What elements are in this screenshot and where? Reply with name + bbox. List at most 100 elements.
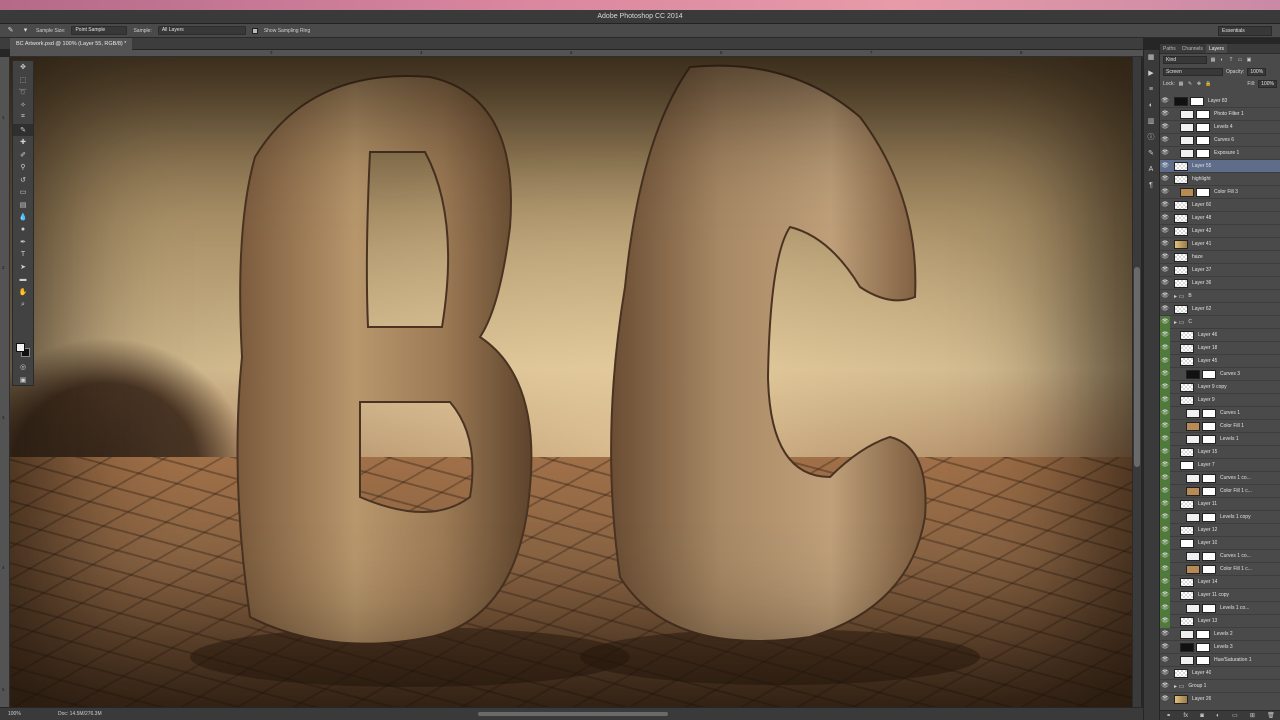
- layer-row[interactable]: 👁 Layer 12: [1160, 523, 1280, 537]
- marquee-tool-icon[interactable]: ⬚: [13, 74, 33, 87]
- visibility-eye-icon[interactable]: 👁: [1160, 432, 1170, 446]
- folder-icon[interactable]: ▸ ▭: [1174, 683, 1184, 690]
- layer-mask-thumbnail[interactable]: [1196, 655, 1210, 665]
- sample-select[interactable]: All Layers: [157, 26, 246, 35]
- visibility-eye-icon[interactable]: 👁: [1160, 471, 1170, 485]
- layer-row[interactable]: 👁 Layer 11 copy: [1160, 588, 1280, 602]
- layer-mask-thumbnail[interactable]: [1196, 187, 1210, 197]
- brush-tool-icon[interactable]: ✐: [13, 149, 33, 162]
- visibility-eye-icon[interactable]: 👁: [1160, 315, 1170, 329]
- layer-row[interactable]: 👁 Layer 41: [1160, 238, 1280, 251]
- layer-mask-thumbnail[interactable]: [1202, 421, 1216, 431]
- layer-row[interactable]: 👁 Curves 3: [1160, 367, 1280, 381]
- layer-row[interactable]: 👁 Levels 1 copy: [1160, 510, 1280, 524]
- layer-mask-thumbnail[interactable]: [1196, 642, 1210, 652]
- crop-tool-icon[interactable]: ⌗: [13, 111, 33, 124]
- swatches-icon[interactable]: ▥: [1144, 114, 1158, 130]
- sample-size-select[interactable]: Point Sample: [71, 26, 128, 35]
- visibility-eye-icon[interactable]: 👁: [1160, 147, 1170, 160]
- visibility-eye-icon[interactable]: 👁: [1160, 562, 1170, 576]
- layer-row[interactable]: 👁 Layer 26: [1160, 693, 1280, 705]
- layer-mask-thumbnail[interactable]: [1202, 434, 1216, 444]
- properties-icon[interactable]: ≡: [1144, 82, 1158, 98]
- clone-stamp-tool-icon[interactable]: ⚲: [13, 161, 33, 174]
- visibility-eye-icon[interactable]: 👁: [1160, 523, 1170, 537]
- screen-mode-icon[interactable]: ▣: [13, 374, 33, 387]
- filter-pixel-icon[interactable]: ▦: [1210, 57, 1216, 63]
- paragraph-icon[interactable]: ¶: [1144, 178, 1158, 194]
- layer-row[interactable]: 👁 ▸ ▭ Group 1: [1160, 680, 1280, 693]
- blur-tool-icon[interactable]: 💧: [13, 211, 33, 224]
- delete-layer-icon[interactable]: 🗑: [1267, 712, 1275, 719]
- history-icon[interactable]: ▦: [1144, 50, 1158, 66]
- gradient-tool-icon[interactable]: ▤: [13, 199, 33, 212]
- visibility-eye-icon[interactable]: 👁: [1160, 251, 1170, 264]
- layer-row[interactable]: 👁 Levels 3: [1160, 641, 1280, 654]
- visibility-eye-icon[interactable]: 👁: [1160, 341, 1170, 355]
- info-icon[interactable]: ⓘ: [1144, 130, 1158, 146]
- link-layers-icon[interactable]: ⚭: [1166, 712, 1171, 719]
- layer-row[interactable]: 👁 Levels 1 co...: [1160, 601, 1280, 615]
- layer-row[interactable]: 👁 Layer 11: [1160, 497, 1280, 511]
- layer-row[interactable]: 👁 Color Fill 3: [1160, 186, 1280, 199]
- visibility-eye-icon[interactable]: 👁: [1160, 160, 1170, 173]
- type-tool-icon[interactable]: T: [13, 249, 33, 262]
- layer-mask-thumbnail[interactable]: [1202, 486, 1216, 496]
- show-ring-checkbox[interactable]: [251, 27, 258, 34]
- lock-position-icon[interactable]: ✥: [1196, 81, 1202, 87]
- visibility-eye-icon[interactable]: 👁: [1160, 406, 1170, 420]
- tab-channels[interactable]: Channels: [1179, 44, 1206, 53]
- visibility-eye-icon[interactable]: 👁: [1160, 173, 1170, 186]
- character-icon[interactable]: A: [1144, 162, 1158, 178]
- visibility-eye-icon[interactable]: 👁: [1160, 303, 1170, 316]
- visibility-eye-icon[interactable]: 👁: [1160, 510, 1170, 524]
- zoom-tool-icon[interactable]: ⌕: [13, 299, 33, 312]
- layer-row[interactable]: 👁 Color Fill 1: [1160, 419, 1280, 433]
- visibility-eye-icon[interactable]: 👁: [1160, 354, 1170, 368]
- workspace-switcher[interactable]: Essentials: [1218, 26, 1272, 36]
- layer-row[interactable]: 👁 Layer 9: [1160, 393, 1280, 407]
- visibility-eye-icon[interactable]: 👁: [1160, 225, 1170, 238]
- actions-icon[interactable]: ▶: [1144, 66, 1158, 82]
- layer-row[interactable]: 👁 Layer 14: [1160, 575, 1280, 589]
- layer-row[interactable]: 👁 Layer 13: [1160, 614, 1280, 628]
- path-select-tool-icon[interactable]: ➤: [13, 261, 33, 274]
- layer-row[interactable]: 👁 haze: [1160, 251, 1280, 264]
- layer-row[interactable]: 👁 Exposure 1: [1160, 147, 1280, 160]
- layer-mask-thumbnail[interactable]: [1202, 551, 1216, 561]
- layer-row[interactable]: 👁 ▸ ▭ C: [1160, 315, 1280, 329]
- layer-mask-thumbnail[interactable]: [1202, 512, 1216, 522]
- folder-icon[interactable]: ▸ ▭: [1174, 319, 1184, 326]
- layer-style-icon[interactable]: fx: [1183, 713, 1188, 719]
- quick-select-tool-icon[interactable]: ✧: [13, 99, 33, 112]
- lock-image-icon[interactable]: ✎: [1187, 81, 1193, 87]
- quick-mask-icon[interactable]: ◎: [13, 361, 33, 374]
- swap-colors-icon[interactable]: [13, 311, 33, 333]
- layer-row[interactable]: 👁 Layer 62: [1160, 303, 1280, 316]
- layer-row[interactable]: 👁 Layer 45: [1160, 354, 1280, 368]
- visibility-eye-icon[interactable]: 👁: [1160, 367, 1170, 381]
- layer-mask-thumbnail[interactable]: [1202, 603, 1216, 613]
- tab-layers[interactable]: Layers: [1205, 44, 1227, 53]
- visibility-eye-icon[interactable]: 👁: [1160, 328, 1170, 342]
- fill-field[interactable]: 100%: [1258, 80, 1277, 88]
- layer-row[interactable]: 👁 Curves 1: [1160, 406, 1280, 420]
- zoom-level[interactable]: 100%: [8, 708, 21, 720]
- layer-row[interactable]: 👁 Curves 6: [1160, 134, 1280, 147]
- layer-row[interactable]: 👁 Layer 42: [1160, 225, 1280, 238]
- visibility-eye-icon[interactable]: 👁: [1160, 614, 1170, 628]
- document-canvas[interactable]: [10, 57, 1132, 707]
- layer-row[interactable]: 👁 Color Fill 1 c...: [1160, 562, 1280, 576]
- layer-row[interactable]: 👁 Curves 1 co...: [1160, 549, 1280, 563]
- folder-icon[interactable]: ▸ ▭: [1174, 293, 1184, 300]
- visibility-eye-icon[interactable]: 👁: [1160, 134, 1170, 147]
- visibility-eye-icon[interactable]: 👁: [1160, 445, 1170, 459]
- new-layer-icon[interactable]: ⊞: [1250, 712, 1255, 719]
- blend-mode-select[interactable]: Screen: [1163, 68, 1223, 76]
- layer-row[interactable]: 👁 Layer 9 copy: [1160, 380, 1280, 394]
- hand-tool-icon[interactable]: ✋: [13, 286, 33, 299]
- visibility-eye-icon[interactable]: 👁: [1160, 667, 1170, 680]
- layer-mask-thumbnail[interactable]: [1202, 473, 1216, 483]
- brush-presets-icon[interactable]: ✎: [1144, 146, 1158, 162]
- layer-row[interactable]: 👁 Hue/Saturation 1: [1160, 654, 1280, 667]
